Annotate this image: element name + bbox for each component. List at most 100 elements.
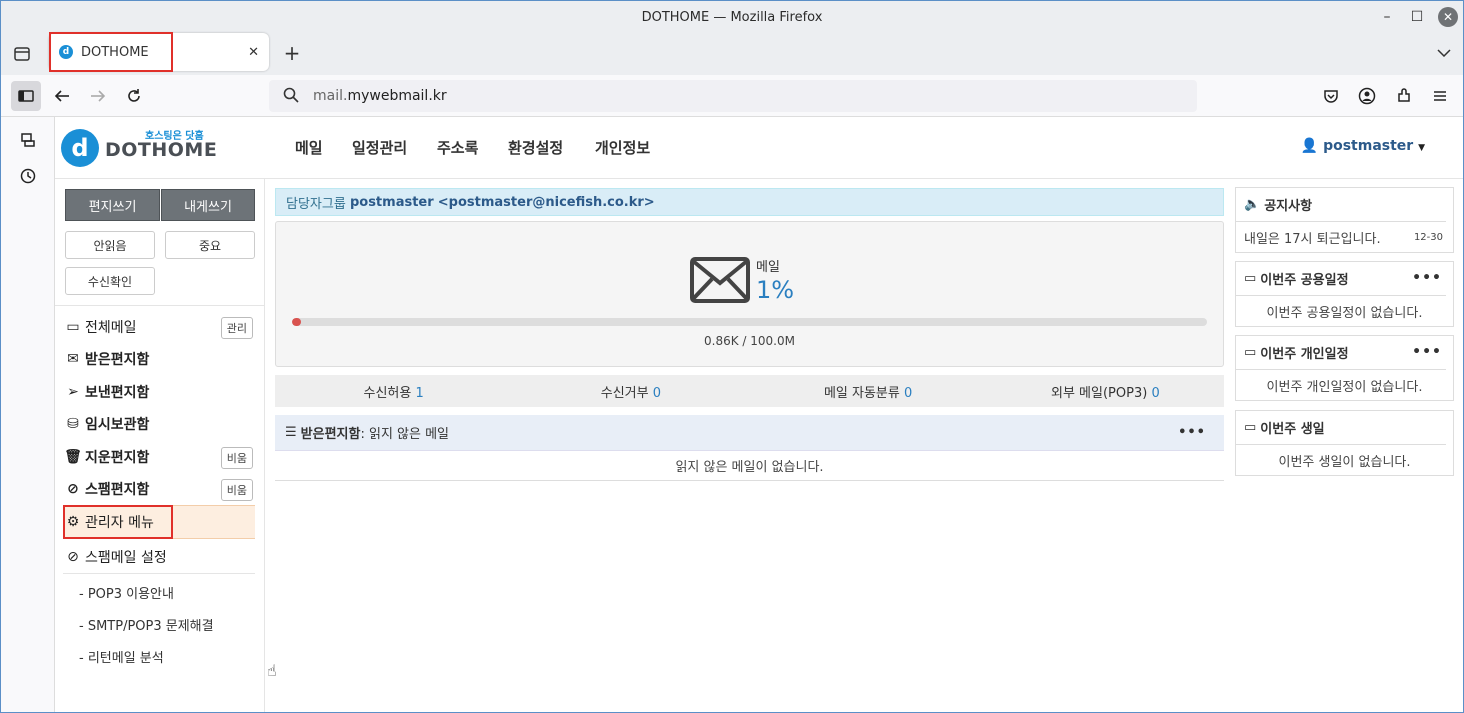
stat-block[interactable]: 수신거부 0	[512, 382, 749, 401]
nav-settings[interactable]: 환경설정	[508, 137, 563, 158]
minimize-icon[interactable]: –	[1372, 1, 1402, 33]
sidebar-item-label: 전체메일	[85, 320, 137, 336]
sidebar-item-drafts[interactable]: ⛁ 임시보관함	[63, 408, 255, 440]
user-icon: 👤	[1300, 138, 1319, 154]
more-icon[interactable]: •••	[1412, 344, 1442, 360]
sidebar-item-label: 지운편지함	[85, 450, 150, 466]
menu-icon[interactable]	[1425, 81, 1455, 111]
self-compose-button[interactable]: 내게쓰기	[161, 189, 255, 221]
quota-usage: 0.86K / 100.0M	[704, 334, 795, 348]
link-return-mail-analysis[interactable]: - 리턴메일 분석	[79, 647, 164, 666]
personal-schedule-header: ▭ 이번주 개인일정 •••	[1236, 336, 1446, 370]
more-icon[interactable]: •••	[1412, 270, 1442, 286]
inbox-subtitle: : 읽지 않은 메일	[360, 427, 450, 442]
close-tab-icon[interactable]: ✕	[248, 45, 259, 60]
list-tabs-icon[interactable]	[1429, 38, 1459, 68]
trash-icon: 🗑	[64, 449, 82, 465]
notice-panel: 🔈 공지사항 내일은 17시 퇴근입니다. 12-30	[1235, 187, 1454, 253]
nav-mail[interactable]: 메일	[295, 137, 323, 158]
notice-item[interactable]: 내일은 17시 퇴근입니다. 12-30	[1236, 222, 1453, 252]
empty-spam-button[interactable]: 비움	[220, 479, 253, 501]
dothome-favicon-icon: d	[59, 45, 73, 59]
sidebar-item-label: 받은편지함	[85, 352, 150, 368]
notice-text: 내일은 17시 퇴근입니다.	[1244, 231, 1381, 247]
tab-dothome[interactable]: d DOTHOME ✕	[49, 33, 269, 71]
browser-sidebar	[1, 117, 55, 712]
nav-addressbook[interactable]: 주소록	[437, 137, 478, 158]
unread-filter-button[interactable]: 안읽음	[65, 231, 155, 259]
reload-icon[interactable]	[119, 81, 149, 111]
history-icon[interactable]	[13, 161, 43, 191]
empty-trash-button[interactable]: 비움	[220, 447, 253, 469]
stat-external-pop3[interactable]: 외부 메일(POP3) 0	[987, 382, 1224, 401]
browser-window: DOTHOME — Mozilla Firefox – ☐ ✕ d DOTHOM…	[0, 0, 1464, 713]
sidebar-item-label: 스팸메일 설정	[85, 550, 167, 566]
logo-mark-icon: d	[61, 129, 99, 167]
pocket-icon[interactable]	[1316, 81, 1346, 111]
birthday-panel: ▭ 이번주 생일 이번주 생일이 없습니다.	[1235, 410, 1454, 476]
close-window-icon[interactable]: ✕	[1433, 1, 1463, 33]
nav-schedule[interactable]: 일정관리	[352, 137, 407, 158]
shared-schedule-empty: 이번주 공용일정이 없습니다.	[1266, 305, 1423, 321]
more-icon[interactable]: •••	[1178, 425, 1206, 440]
mail-sidebar: 편지쓰기 내게쓰기 안읽음 중요 수신확인 ▭ 전체메일 관리 ✉ 받은편지함 …	[55, 179, 265, 712]
sidebar-item-label: 임시보관함	[85, 417, 150, 433]
maximize-icon[interactable]: ☐	[1402, 1, 1432, 33]
mailbox-icon: ▭	[66, 319, 80, 335]
manage-button[interactable]: 관리	[220, 317, 253, 339]
url-bar[interactable]: mail. mywebmail.kr	[269, 80, 1197, 112]
gear-icon: ⚙	[66, 514, 80, 530]
link-pop3-guide[interactable]: - POP3 이용안내	[79, 583, 174, 602]
receipt-check-button[interactable]: 수신확인	[65, 267, 155, 295]
inbox-widget-header: ☰ 받은편지함 : 읽지 않은 메일 •••	[275, 415, 1224, 451]
important-filter-button[interactable]: 중요	[165, 231, 255, 259]
search-icon	[283, 87, 299, 107]
firefox-view-icon[interactable]	[7, 39, 37, 69]
personal-schedule-title: 이번주 개인일정	[1260, 347, 1349, 362]
sidebar-item-label: 관리자 메뉴	[85, 515, 154, 531]
extensions-icon[interactable]	[1389, 81, 1419, 111]
shared-schedule-header: ▭ 이번주 공용일정 •••	[1236, 262, 1446, 296]
sidebar-item-inbox[interactable]: ✉ 받은편지함	[63, 343, 255, 375]
sidebar-item-admin-menu[interactable]: ⚙ 관리자 메뉴	[63, 506, 255, 538]
synced-tabs-icon[interactable]	[13, 125, 43, 155]
personal-schedule-panel: ▭ 이번주 개인일정 ••• 이번주 개인일정이 없습니다.	[1235, 335, 1454, 401]
sidebar-item-spam-settings[interactable]: ⊘ 스팸메일 설정	[63, 541, 255, 573]
shared-schedule-panel: ▭ 이번주 공용일정 ••• 이번주 공용일정이 없습니다.	[1235, 261, 1454, 327]
link-smtp-troubleshoot[interactable]: - SMTP/POP3 문제해결	[79, 615, 214, 634]
site-header: d 호스팅은 닷홈 DOTHOME 메일 일정관리 주소록 환경설정 개인정보 …	[55, 117, 1463, 179]
mail-quota-panel: 메일 1% 0.86K / 100.0M	[275, 221, 1224, 367]
window-title: DOTHOME — Mozilla Firefox	[641, 9, 823, 25]
user-menu[interactable]: 👤 postmaster ▼	[1301, 138, 1425, 154]
paper-plane-icon: ➢	[67, 384, 79, 400]
personal-schedule-empty: 이번주 개인일정이 없습니다.	[1266, 379, 1423, 395]
navigation-bar: mail. mywebmail.kr	[1, 75, 1463, 117]
quota-progress-fill	[292, 318, 302, 326]
nav-personal-info[interactable]: 개인정보	[595, 137, 650, 158]
forward-icon[interactable]	[83, 81, 113, 111]
calendar-icon: ▭	[1244, 345, 1257, 360]
sidebar-item-spam[interactable]: ⊘ 스팸편지함 비움	[63, 473, 255, 505]
stat-label: 수신허용	[363, 385, 412, 401]
sidebar-item-label: 스팸편지함	[85, 482, 150, 498]
compose-button[interactable]: 편지쓰기	[65, 189, 160, 221]
back-icon[interactable]	[47, 81, 77, 111]
sidebar-item-trash[interactable]: 🗑 지운편지함 비움	[63, 441, 255, 473]
stat-allow[interactable]: 수신허용 1	[275, 382, 512, 401]
dothome-logo[interactable]: d 호스팅은 닷홈 DOTHOME	[61, 127, 217, 169]
inbox-empty-message: 읽지 않은 메일이 없습니다.	[275, 451, 1224, 481]
list-icon: ☰	[285, 425, 297, 440]
sidebar-item-all-mail[interactable]: ▭ 전체메일 관리	[63, 311, 255, 343]
url-prefix: mail.	[313, 88, 348, 104]
stat-auto-sort[interactable]: 메일 자동분류 0	[750, 382, 987, 401]
stat-value: 0	[652, 385, 661, 401]
envelope-icon: ✉	[67, 351, 79, 367]
inbox-title[interactable]: 받은편지함	[301, 423, 361, 442]
sidebar-item-sent[interactable]: ➢ 보낸편지함	[63, 376, 255, 408]
user-name: postmaster	[1323, 138, 1414, 154]
account-icon[interactable]	[1352, 81, 1382, 111]
sidebar-toggle-icon[interactable]	[11, 81, 41, 111]
new-tab-icon[interactable]: +	[277, 38, 307, 68]
tab-title: DOTHOME	[81, 44, 149, 60]
stat-label: 외부 메일(POP3)	[1051, 385, 1148, 401]
